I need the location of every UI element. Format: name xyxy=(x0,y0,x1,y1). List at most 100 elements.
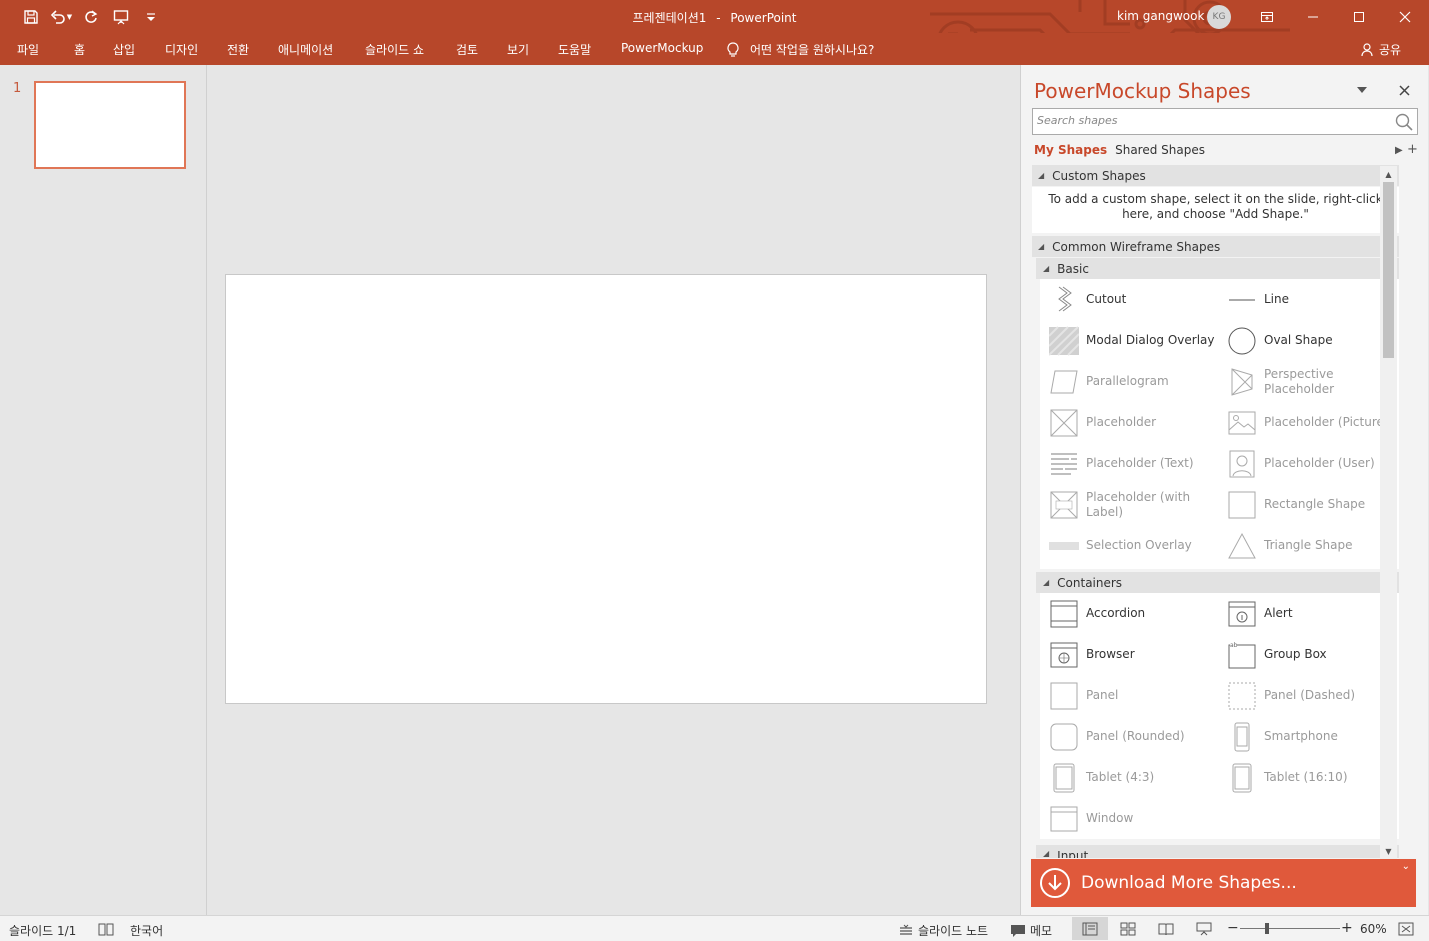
fit-window-icon xyxy=(1398,922,1414,936)
comments-button[interactable]: 메모 xyxy=(1010,922,1052,939)
play-arrow-icon[interactable]: ▶ xyxy=(1395,145,1403,156)
tab-home[interactable]: 홈 xyxy=(74,41,85,58)
scrollbar-thumb[interactable] xyxy=(1383,182,1394,358)
shape-rectangle[interactable]: Rectangle Shape xyxy=(1218,484,1396,525)
input-header[interactable]: ◢ Input xyxy=(1036,845,1399,858)
tab-animations[interactable]: 애니메이션 xyxy=(278,41,333,58)
maximize-button[interactable] xyxy=(1336,0,1382,33)
fit-to-window-button[interactable] xyxy=(1398,922,1414,936)
custom-shapes-info: To add a custom shape, select it on the … xyxy=(1032,187,1399,233)
accessibility-checker[interactable] xyxy=(98,922,114,936)
shape-triangle[interactable]: Triangle Shape xyxy=(1218,525,1396,566)
tab-my-shapes[interactable]: My Shapes xyxy=(1034,143,1107,157)
download-more-shapes-button[interactable]: Download More Shapes... ⌄ xyxy=(1031,859,1416,907)
shape-selection-overlay[interactable]: Selection Overlay xyxy=(1040,525,1218,566)
shape-cutout[interactable]: Cutout xyxy=(1040,279,1218,320)
status-bar: 슬라이드 1/1 한국어 슬라이드 노트 메모 − + 60% xyxy=(0,915,1429,941)
shape-parallelogram[interactable]: Parallelogram xyxy=(1040,361,1218,402)
tab-shared-shapes[interactable]: Shared Shapes xyxy=(1115,143,1205,157)
slide-thumbnail[interactable] xyxy=(34,81,186,169)
share-label: 공유 xyxy=(1379,43,1402,57)
ribbon-display-options-button[interactable] xyxy=(1244,0,1290,33)
chevron-down-icon[interactable]: ⌄ xyxy=(1402,861,1410,872)
shape-modal-dialog-overlay[interactable]: Modal Dialog Overlay xyxy=(1040,320,1218,361)
common-shapes-header[interactable]: ◢ Common Wireframe Shapes xyxy=(1032,236,1399,257)
shape-panel-rounded[interactable]: Panel (Rounded) xyxy=(1040,716,1218,757)
notes-button[interactable]: 슬라이드 노트 xyxy=(898,922,988,939)
slide-show-button[interactable] xyxy=(1186,917,1222,940)
tab-view[interactable]: 보기 xyxy=(507,41,529,58)
tab-insert[interactable]: 삽입 xyxy=(113,41,135,58)
zoom-out-button[interactable]: − xyxy=(1227,920,1239,936)
user-name[interactable]: kim gangwook xyxy=(1117,9,1204,23)
user-avatar[interactable]: KG xyxy=(1207,5,1231,29)
zoom-slider[interactable] xyxy=(1240,928,1340,929)
browser-icon xyxy=(1050,642,1078,667)
person-icon xyxy=(1361,42,1373,56)
shape-tablet-16-10[interactable]: Tablet (16:10) xyxy=(1218,757,1396,798)
scroll-down-icon[interactable]: ▼ xyxy=(1380,843,1397,859)
group-box-icon: ab xyxy=(1228,642,1256,668)
basic-header[interactable]: ◢ Basic xyxy=(1036,258,1399,279)
minimize-button[interactable] xyxy=(1290,0,1336,33)
add-library-icon[interactable]: + xyxy=(1407,142,1418,157)
powermockup-pane: PowerMockup Shapes My Shapes Shared Shap… xyxy=(1020,65,1428,915)
normal-view-button[interactable] xyxy=(1072,917,1108,940)
shapes-scrollbar[interactable]: ▲ ▼ xyxy=(1380,166,1397,859)
oval-icon xyxy=(1228,327,1256,354)
shapes-list: ◢ Custom Shapes To add a custom shape, s… xyxy=(1032,165,1417,858)
tell-me-box[interactable]: 어떤 작업을 원하시나요? xyxy=(726,41,874,58)
collapse-triangle-icon: ◢ xyxy=(1038,242,1045,251)
tab-slide-show[interactable]: 슬라이드 쇼 xyxy=(365,41,424,58)
document-name: 프레젠테이션1 xyxy=(632,11,707,25)
tablet-16-10-icon xyxy=(1232,763,1252,792)
shape-browser[interactable]: Browser xyxy=(1040,634,1218,675)
shape-group-box[interactable]: ab Group Box xyxy=(1218,634,1396,675)
containers-shapes-grid: Accordion Alert Browser ab Group Box Pan… xyxy=(1040,593,1399,839)
pane-close-button[interactable] xyxy=(1395,81,1413,99)
app-name: PowerPoint xyxy=(730,11,797,25)
shape-perspective-placeholder[interactable]: Perspective Placeholder xyxy=(1218,361,1396,402)
slide-sorter-button[interactable] xyxy=(1110,917,1146,940)
shape-panel[interactable]: Panel xyxy=(1040,675,1218,716)
shape-line[interactable]: Line xyxy=(1218,279,1396,320)
tab-powermockup[interactable]: PowerMockup xyxy=(621,41,703,55)
comment-icon xyxy=(1011,924,1025,937)
scroll-up-icon[interactable]: ▲ xyxy=(1380,166,1397,182)
shape-accordion[interactable]: Accordion xyxy=(1040,593,1218,634)
custom-shapes-header[interactable]: ◢ Custom Shapes xyxy=(1032,165,1399,186)
slide-canvas[interactable] xyxy=(225,274,987,704)
search-box xyxy=(1032,108,1418,135)
shape-placeholder-text[interactable]: Placeholder (Text) xyxy=(1040,443,1218,484)
reading-view-button[interactable] xyxy=(1148,917,1184,940)
zoom-slider-thumb[interactable] xyxy=(1265,923,1269,934)
tab-file[interactable]: 파일 xyxy=(17,41,39,58)
tab-help[interactable]: 도움말 xyxy=(558,41,591,58)
shape-window[interactable]: Window xyxy=(1040,798,1218,839)
shape-panel-dashed[interactable]: Panel (Dashed) xyxy=(1218,675,1396,716)
zoom-level[interactable]: 60% xyxy=(1360,922,1387,936)
shape-placeholder-user[interactable]: Placeholder (User) xyxy=(1218,443,1396,484)
tab-design[interactable]: 디자인 xyxy=(165,41,198,58)
tab-review[interactable]: 검토 xyxy=(456,41,478,58)
custom-shapes-label: Custom Shapes xyxy=(1052,168,1146,183)
zoom-in-button[interactable]: + xyxy=(1341,920,1353,936)
language-indicator[interactable]: 한국어 xyxy=(130,922,163,939)
tab-transitions[interactable]: 전환 xyxy=(227,41,249,58)
shape-alert[interactable]: Alert xyxy=(1218,593,1396,634)
comments-label: 메모 xyxy=(1030,924,1053,938)
close-window-button[interactable] xyxy=(1382,0,1428,33)
containers-header[interactable]: ◢ Containers xyxy=(1036,572,1399,593)
shape-placeholder-picture[interactable]: Placeholder (Picture) xyxy=(1218,402,1396,443)
share-button[interactable]: 공유 xyxy=(1361,41,1401,58)
shape-tablet-4-3[interactable]: Tablet (4:3) xyxy=(1040,757,1218,798)
panel-rounded-icon xyxy=(1050,723,1078,750)
shape-oval[interactable]: Oval Shape xyxy=(1218,320,1396,361)
shape-smartphone[interactable]: Smartphone xyxy=(1218,716,1396,757)
search-icon[interactable] xyxy=(1395,113,1413,131)
shape-placeholder[interactable]: Placeholder xyxy=(1040,402,1218,443)
alert-icon xyxy=(1228,601,1256,626)
pane-options-button[interactable] xyxy=(1353,81,1371,99)
search-input[interactable] xyxy=(1037,114,1387,127)
shape-placeholder-with-label[interactable]: Placeholder (with Label) xyxy=(1040,484,1218,525)
